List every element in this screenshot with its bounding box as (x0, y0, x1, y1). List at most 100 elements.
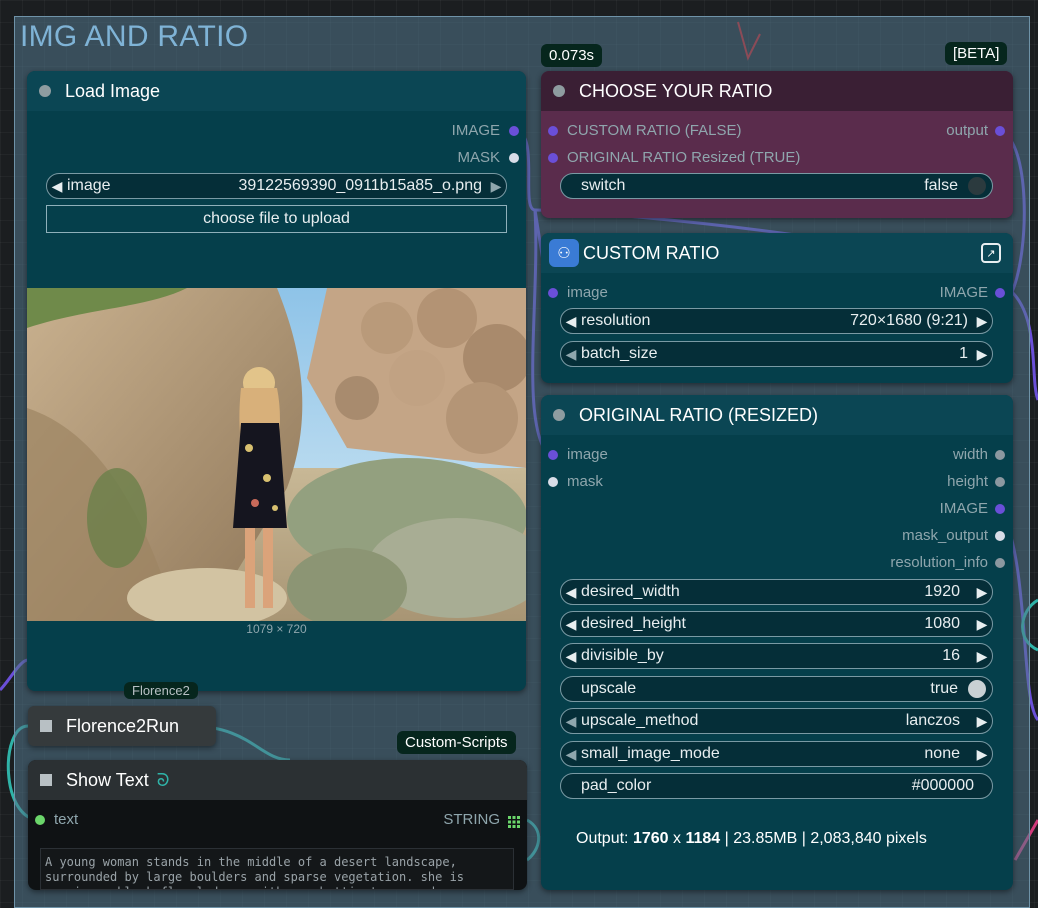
output-dot-image[interactable] (995, 504, 1005, 514)
output-dot-height[interactable] (995, 477, 1005, 487)
arrow-right-icon[interactable]: ▶ (486, 178, 506, 195)
toggle-knob[interactable] (968, 177, 986, 195)
input-slot-mask: mask (567, 473, 603, 490)
widget-value: none (924, 745, 960, 762)
output-slot-mask: MASK (457, 149, 500, 166)
output-slot-mask-output: mask_output (902, 527, 988, 544)
divisible-by-widget[interactable]: ◀ divisible_by 16 ▶ (560, 643, 993, 669)
collapse-dot-icon[interactable] (553, 85, 565, 97)
output-dot-mask[interactable] (509, 153, 519, 163)
output-slot-string: STRING (443, 811, 500, 828)
switch-toggle[interactable]: switch false (560, 173, 993, 199)
output-pixels: 2,083,840 pixels (810, 830, 927, 847)
image-select-widget[interactable]: ◀ image 39122569390_0911b15a85_o.png ▶ (46, 173, 507, 199)
arrow-left-icon[interactable]: ◀ (561, 746, 581, 763)
widget-value: 1 (959, 345, 968, 362)
output-x: x (672, 830, 681, 847)
input-dot-text[interactable] (35, 815, 45, 825)
output-size: 23.85MB (733, 830, 798, 847)
desired-height-widget[interactable]: ◀ desired_height 1080 ▶ (560, 611, 993, 637)
widget-value: 39122569390_0911b15a85_o.png (238, 177, 482, 194)
input-dot-mask[interactable] (548, 477, 558, 487)
output-width: 1760 (632, 830, 669, 847)
input-dot-original[interactable] (548, 153, 558, 163)
arrow-left-icon[interactable]: ◀ (561, 346, 581, 363)
node-title: Show Text (66, 769, 149, 790)
florence2run-header[interactable]: Florence2Run (28, 706, 216, 746)
custom-scripts-badge: Custom-Scripts (397, 731, 516, 754)
widget-value: lanczos (905, 712, 960, 729)
widget-label: desired_height (581, 615, 686, 632)
arrow-right-icon[interactable]: ▶ (972, 648, 992, 665)
widget-label: upscale (581, 680, 637, 697)
widget-value: 720×1680 (9:21) (850, 312, 968, 329)
input-dot-image[interactable] (548, 450, 558, 460)
node-title: Florence2Run (66, 715, 180, 736)
collapsed-square-icon[interactable] (40, 720, 52, 732)
arrow-right-icon[interactable]: ▶ (972, 584, 992, 601)
collapsed-square-icon[interactable] (40, 774, 52, 786)
output-info-prefix: Output: (576, 830, 629, 847)
desired-width-widget[interactable]: ◀ desired_width 1920 ▶ (560, 579, 993, 605)
output-dot-resolution-info[interactable] (995, 558, 1005, 568)
input-dot-image[interactable] (548, 288, 558, 298)
pad-color-field[interactable]: pad_color #000000 (560, 773, 993, 799)
original-ratio-header[interactable]: ORIGINAL RATIO (RESIZED) (541, 395, 1013, 435)
arrow-right-icon[interactable]: ▶ (972, 346, 992, 363)
arrow-left-icon[interactable]: ◀ (47, 178, 67, 195)
output-dot-width[interactable] (995, 450, 1005, 460)
upload-button[interactable]: choose file to upload (46, 205, 507, 233)
text-output-area[interactable]: A young woman stands in the middle of a … (40, 848, 514, 890)
arrow-left-icon[interactable]: ◀ (561, 313, 581, 330)
collapse-dot-icon[interactable] (39, 85, 51, 97)
arrow-right-icon[interactable]: ▶ (972, 616, 992, 633)
load-image-header[interactable]: Load Image (27, 71, 526, 111)
arrow-right-icon[interactable]: ▶ (972, 746, 992, 763)
widget-label: small_image_mode (581, 745, 720, 762)
node-title: CUSTOM RATIO (583, 242, 720, 263)
florence-tag-badge: Florence2 (124, 682, 198, 699)
toggle-knob[interactable] (968, 680, 986, 698)
widget-value: 1920 (924, 583, 960, 600)
custom-ratio-header[interactable]: ⚇ CUSTOM RATIO ↗ (541, 233, 1013, 273)
show-text-header[interactable]: Show Text ᘐ (28, 760, 527, 800)
group-title[interactable]: IMG AND RATIO (20, 20, 248, 54)
output-slot-image: IMAGE (451, 122, 500, 139)
arrow-left-icon[interactable]: ◀ (561, 584, 581, 601)
beta-badge: [BETA] (945, 42, 1008, 65)
input-slot-image: image (567, 284, 608, 301)
arrow-right-icon[interactable]: ▶ (972, 713, 992, 730)
small-image-mode-combo[interactable]: ◀ small_image_mode none ▶ (560, 741, 993, 767)
open-subgraph-icon[interactable]: ↗ (981, 243, 1001, 263)
batch-size-widget[interactable]: ◀ batch_size 1 ▶ (560, 341, 993, 367)
choose-ratio-header[interactable]: CHOOSE YOUR RATIO (541, 71, 1013, 111)
arrow-left-icon[interactable]: ◀ (561, 616, 581, 633)
output-slot-image: IMAGE (939, 500, 988, 517)
widget-label: batch_size (581, 345, 658, 362)
input-slot-original: ORIGINAL RATIO Resized (TRUE) (567, 149, 801, 166)
list-grid-icon[interactable] (508, 813, 520, 828)
arrow-left-icon[interactable]: ◀ (561, 648, 581, 665)
upscale-method-combo[interactable]: ◀ upscale_method lanczos ▶ (560, 708, 993, 734)
output-dot[interactable] (995, 126, 1005, 136)
node-title: Load Image (65, 80, 161, 101)
node-title: CHOOSE YOUR RATIO (579, 80, 773, 101)
upscale-toggle[interactable]: upscale true (560, 676, 993, 702)
output-slot-image: IMAGE (939, 284, 988, 301)
output-dot-image[interactable] (509, 126, 519, 136)
widget-label: resolution (581, 312, 651, 329)
arrow-left-icon[interactable]: ◀ (561, 713, 581, 730)
output-dot-mask-output[interactable] (995, 531, 1005, 541)
execution-time-badge: 0.073s (541, 44, 603, 67)
resolution-widget[interactable]: ◀ resolution 720×1680 (9:21) ▶ (560, 308, 993, 334)
node-title: ORIGINAL RATIO (RESIZED) (579, 404, 819, 425)
widget-value: false (924, 177, 958, 194)
output-dot-image[interactable] (995, 288, 1005, 298)
florence2run-node[interactable]: Florence2Run (28, 706, 216, 746)
collapse-dot-icon[interactable] (553, 409, 565, 421)
image-preview (27, 288, 526, 621)
input-dot-custom[interactable] (548, 126, 558, 136)
input-slot-custom: CUSTOM RATIO (FALSE) (567, 122, 742, 139)
arrow-right-icon[interactable]: ▶ (972, 313, 992, 330)
output-slot-resolution-info: resolution_info (890, 554, 988, 571)
